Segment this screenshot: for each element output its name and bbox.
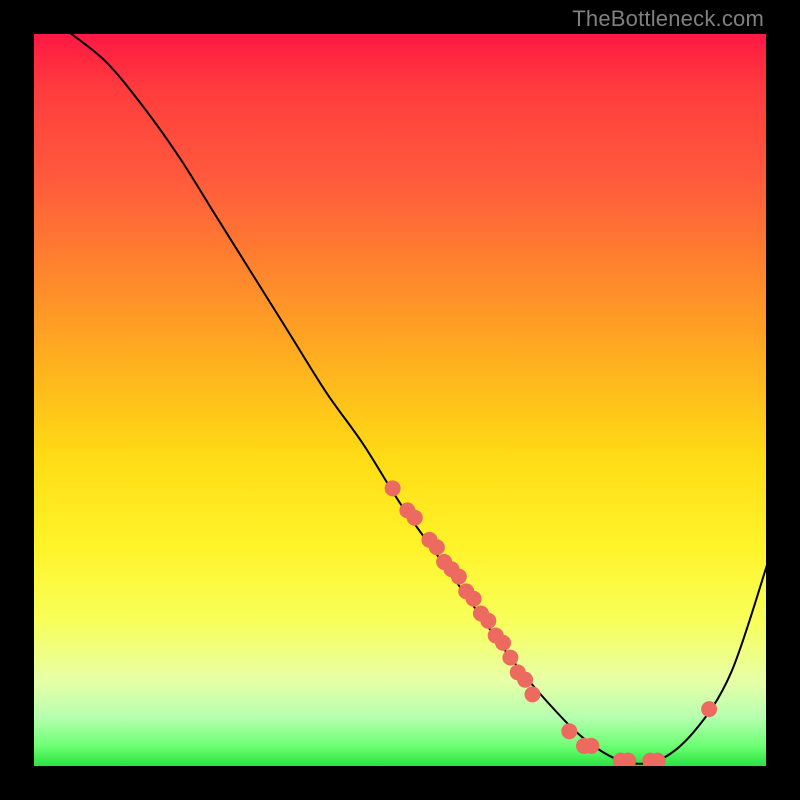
data-point xyxy=(524,686,540,702)
data-point xyxy=(407,510,423,526)
data-point xyxy=(620,753,636,768)
data-point xyxy=(466,591,482,607)
data-point xyxy=(502,650,518,666)
data-point xyxy=(495,635,511,651)
data-point xyxy=(583,738,599,754)
data-point xyxy=(480,613,496,629)
data-point-markers xyxy=(385,480,717,768)
plot-frame xyxy=(32,32,768,768)
bottleneck-curve xyxy=(69,32,768,764)
chart-stage: TheBottleneck.com xyxy=(0,0,800,800)
data-point xyxy=(517,672,533,688)
data-point xyxy=(385,480,401,496)
data-point xyxy=(561,723,577,739)
data-point xyxy=(650,753,666,768)
data-point xyxy=(429,539,445,555)
data-point xyxy=(701,701,717,717)
data-point xyxy=(451,569,467,585)
chart-svg xyxy=(32,32,768,768)
attribution-label: TheBottleneck.com xyxy=(572,6,764,32)
